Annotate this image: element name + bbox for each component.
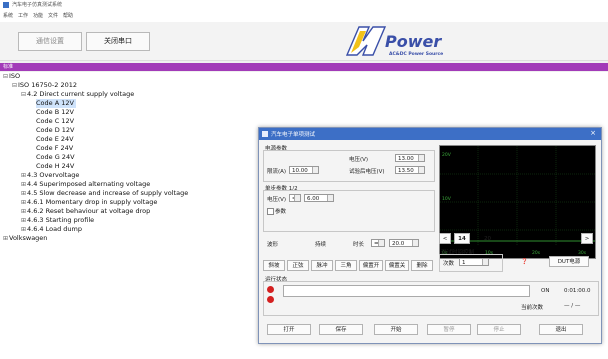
tree-node-momentary-drop[interactable]: ⊞4.6.1 Momentary drop in supply voltage <box>21 198 157 207</box>
start-button[interactable]: 开始 <box>374 324 418 335</box>
step-voltage-input[interactable]: 6.00 <box>304 194 334 202</box>
post-test-voltage-input[interactable]: 13.50 <box>395 166 425 174</box>
exit-button[interactable]: 退出 <box>539 324 583 335</box>
menu-item-file[interactable]: 文件 <box>48 12 58 19</box>
tree-node-volkswagen[interactable]: ⊞Volkswagen <box>3 234 47 243</box>
triangle-button[interactable]: 三角 <box>335 260 357 271</box>
prev-page-button[interactable]: < <box>439 233 451 244</box>
menu-item-function[interactable]: 功能 <box>33 12 43 19</box>
tree-node-code-e[interactable]: Code E 24V <box>36 135 74 144</box>
close-icon[interactable]: × <box>590 129 596 137</box>
tree-node-iso[interactable]: ⊟ISO <box>3 72 20 81</box>
open-button[interactable]: 打开 <box>267 324 311 335</box>
param-checkbox-label: 参数 <box>275 209 287 215</box>
dialog-title-bar: 汽车电子单项测试 × <box>259 128 601 140</box>
tree-node-code-h[interactable]: Code H 24V <box>36 162 74 171</box>
tree-node-code-a[interactable]: Code A 12V <box>36 99 76 108</box>
tree-node-superimposed[interactable]: ⊞4.4 Superimposed alternating voltage <box>21 180 150 189</box>
bias-on-button[interactable]: 偏置开 <box>359 260 383 271</box>
scope-y-tick-10v: 10V <box>442 196 452 202</box>
duration-input[interactable]: 20.0 <box>389 239 419 247</box>
tree-node-code-g[interactable]: Code G 24V <box>36 153 75 162</box>
status-led-top <box>267 286 274 293</box>
waveform-label: 波形 <box>267 242 279 248</box>
tree-node-starting-profile[interactable]: ⊞4.6.3 Starting profile <box>21 216 94 225</box>
title-bar <box>0 0 608 11</box>
step-op-select[interactable]: = <box>289 194 301 202</box>
status-led-bottom <box>267 296 274 303</box>
param-checkbox[interactable] <box>267 208 274 215</box>
app-title: 汽车电子仿真测试系统 <box>12 2 63 8</box>
tree-node-code-c[interactable]: Code C 12V <box>36 117 74 126</box>
sine-button[interactable]: 正弦 <box>287 260 309 271</box>
dialog-icon <box>262 131 268 137</box>
pause-button[interactable]: 暂停 <box>427 324 471 335</box>
menu-item-help[interactable]: 帮助 <box>63 12 73 19</box>
tree-node-iso16750[interactable]: ⊟ISO 16750-2 2012 <box>12 81 77 90</box>
tree-node-overvoltage[interactable]: ⊞4.3 Overvoltage <box>21 171 79 180</box>
close-port-button[interactable]: 关闭串口 <box>86 32 150 51</box>
section-header-label: 标准 <box>3 64 14 70</box>
current-page: 14 <box>454 233 470 244</box>
tree-node-reset-behaviour[interactable]: ⊞4.6.2 Reset behaviour at voltage drop <box>21 207 150 216</box>
voltage-input[interactable]: 13.00 <box>395 154 425 162</box>
tree-node-load-dump[interactable]: ⊞4.6.4 Load dump <box>21 225 82 234</box>
voltage-label: 电压(V) <box>349 157 369 163</box>
brand-logo: Power AC&DC Power Source <box>345 25 445 57</box>
dut-power-button[interactable]: DUT电源 <box>549 256 589 267</box>
current-limit-label: 限流(A) <box>267 169 287 175</box>
stop-button[interactable]: 停止 <box>477 324 521 335</box>
next-page-button[interactable]: > <box>581 233 593 244</box>
run-time: 0:01:00.0 <box>564 288 591 294</box>
tree-node-code-d[interactable]: Code D 12V <box>36 126 75 135</box>
tree-node-slow-decrease[interactable]: ⊞4.5 Slow decrease and increase of suppl… <box>21 189 188 198</box>
toolbar: 通信设置 关闭串口 <box>0 22 608 61</box>
duration-label: 时长 <box>353 242 365 248</box>
logo-brand: Power <box>385 32 442 51</box>
loop-count-input[interactable]: 1 <box>459 258 489 266</box>
current-count-label: 当前次数 <box>521 305 544 311</box>
help-icon[interactable]: ❓ <box>521 259 528 265</box>
app-icon <box>3 2 9 8</box>
loop-count-label: 次数 <box>443 261 455 267</box>
pulse-button[interactable]: 脉冲 <box>311 260 333 271</box>
progress-bar <box>283 285 530 297</box>
delete-button[interactable]: 删除 <box>411 260 433 271</box>
logo-subtitle: AC&DC Power Source <box>389 51 443 57</box>
tree-node-code-b[interactable]: Code B 12V <box>36 108 74 117</box>
scope-y-tick-20v: 20V <box>442 152 452 158</box>
post-test-voltage-label: 试验后电压(V) <box>349 169 385 175</box>
menu-bar: 系统 工作 功能 文件 帮助 <box>0 11 608 22</box>
tree-node-dc-voltage[interactable]: ⊟4.2 Direct current supply voltage <box>21 90 134 99</box>
section-header <box>0 63 608 71</box>
menu-item-system[interactable]: 系统 <box>3 12 13 19</box>
comm-settings-button[interactable]: 通信设置 <box>18 32 82 51</box>
single-test-dialog: 汽车电子单项测试 × 电源参数 电压(V) 13.00 限流(A) 10.00 … <box>258 127 602 344</box>
scope-x-tick-20s: 20s <box>532 250 541 256</box>
bias-off-button[interactable]: 偏置关 <box>385 260 409 271</box>
duration-op-select[interactable]: = <box>371 239 385 247</box>
tree-node-code-f[interactable]: Code F 24V <box>36 144 73 153</box>
dialog-title: 汽车电子单项测试 <box>271 132 316 138</box>
step-voltage-label: 电压(V) <box>267 197 287 203</box>
ramp-button[interactable]: 斜坡 <box>263 260 285 271</box>
menu-item-work[interactable]: 工作 <box>18 12 28 19</box>
current-count-value: — / — <box>564 303 581 309</box>
run-state: ON <box>541 288 550 294</box>
hold-label: 持续 <box>315 242 327 248</box>
save-button[interactable]: 保存 <box>319 324 363 335</box>
next-page-label: 20 <box>484 236 491 242</box>
current-limit-input[interactable]: 10.00 <box>289 166 319 174</box>
